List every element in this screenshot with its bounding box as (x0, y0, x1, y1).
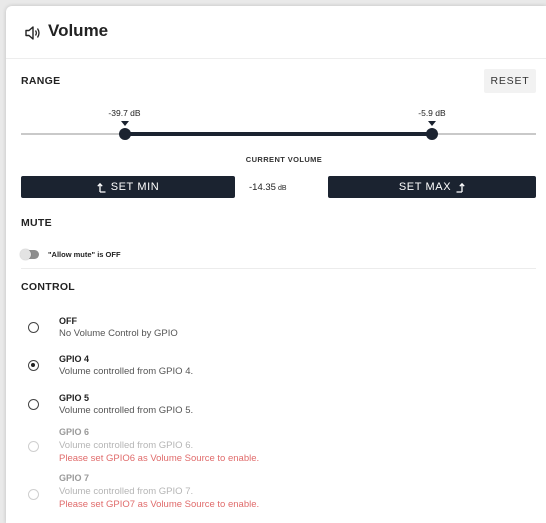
allow-mute-status: "Allow mute" is OFF (48, 250, 121, 259)
min-thumb[interactable] (118, 128, 131, 140)
set-max-label: SET MAX (398, 181, 452, 193)
radio-gpio6 (28, 441, 39, 452)
set-min-label: SET MIN (110, 181, 160, 193)
control-option-gpio7: GPIO 7 Volume controlled from GPIO 7. Pl… (6, 473, 546, 519)
option-title: GPIO 7 (59, 473, 90, 483)
range-section-label: RANGE (21, 75, 61, 87)
page-title: Volume (48, 21, 109, 40)
option-warning: Please set GPIO6 as Volume Source to ena… (59, 453, 260, 464)
control-option-off[interactable]: OFF No Volume Control by GPIO (6, 312, 546, 346)
radio-gpio7 (28, 489, 39, 500)
radio-off[interactable] (28, 322, 39, 333)
arrow-up-right-icon (456, 182, 465, 193)
mute-section-label: MUTE (21, 217, 52, 229)
reset-button[interactable]: RESET (484, 69, 536, 93)
control-section-label: CONTROL (21, 281, 76, 293)
set-max-button[interactable]: SET MAX (328, 176, 536, 198)
option-title: GPIO 4 (59, 354, 90, 364)
option-warning: Please set GPIO7 as Volume Source to ena… (59, 499, 260, 510)
option-description: Volume controlled from GPIO 5. (59, 405, 194, 416)
option-description: Volume controlled from GPIO 7. (59, 486, 194, 497)
option-title: GPIO 6 (59, 427, 90, 437)
volume-range-slider[interactable]: -39.7 dB -5.9 dB (21, 104, 536, 146)
set-min-button[interactable]: SET MIN (21, 176, 235, 198)
radio-gpio5[interactable] (28, 399, 39, 410)
max-marker-arrow-icon (427, 121, 436, 126)
arrow-up-left-icon (97, 182, 106, 193)
max-thumb[interactable] (425, 128, 438, 140)
option-description: Volume controlled from GPIO 4. (59, 366, 194, 377)
option-description: No Volume Control by GPIO (59, 328, 178, 339)
control-option-gpio5[interactable]: GPIO 5 Volume controlled from GPIO 5. (6, 389, 546, 423)
toggle-knob[interactable] (20, 249, 31, 260)
min-value-label: -39.7 dB (108, 108, 141, 118)
speaker-icon (25, 26, 40, 40)
option-description: Volume controlled from GPIO 6. (59, 440, 194, 451)
volume-card: Volume RANGE RESET -39.7 dB -5.9 dB CURR… (6, 6, 546, 523)
current-volume-value: -14.35 dB (249, 182, 287, 193)
allow-mute-toggle[interactable] (20, 249, 39, 260)
slider-range-fill (124, 132, 432, 136)
card-header: Volume (6, 6, 546, 59)
option-title: GPIO 5 (59, 393, 90, 403)
control-option-gpio6: GPIO 6 Volume controlled from GPIO 6. Pl… (6, 427, 546, 473)
option-title: OFF (59, 316, 77, 326)
max-value-label: -5.9 dB (418, 108, 446, 118)
current-volume-label: CURRENT VOLUME (245, 155, 323, 164)
radio-gpio4[interactable] (28, 360, 39, 371)
divider (21, 268, 536, 269)
min-marker-arrow-icon (120, 121, 129, 126)
control-option-gpio4[interactable]: GPIO 4 Volume controlled from GPIO 4. (6, 350, 546, 384)
